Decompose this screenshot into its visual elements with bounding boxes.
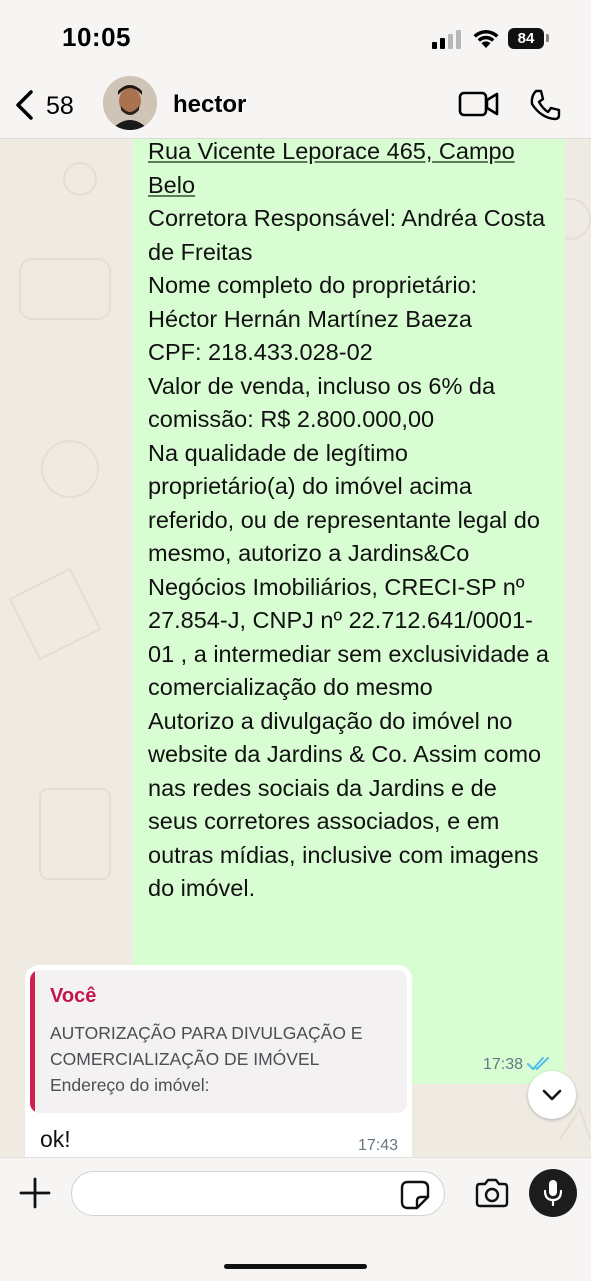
phone-call-icon[interactable] [528, 88, 562, 122]
back-chevron-icon[interactable] [10, 88, 40, 122]
scroll-to-bottom-button[interactable] [528, 1071, 576, 1119]
battery-indicator: 84 [508, 28, 544, 49]
quote-text: AUTORIZAÇÃO PARA DIVULGAÇÃO E COMERCIALI… [50, 1023, 363, 1095]
incoming-message-text: ok! [40, 1126, 71, 1152]
wifi-icon [473, 30, 499, 48]
message-input[interactable] [71, 1171, 445, 1216]
message-body: Corretora Responsável: Andréa Costa de F… [148, 205, 550, 901]
status-bar: 10:05 84 [0, 0, 591, 74]
video-call-icon[interactable] [458, 89, 500, 119]
incoming-message-time: 17:43 [357, 1137, 398, 1154]
chat-header: 58 hector [0, 74, 591, 139]
unread-count[interactable]: 58 [46, 92, 74, 121]
plus-icon[interactable] [18, 1176, 52, 1210]
quoted-message[interactable]: Você AUTORIZAÇÃO PARA DIVULGAÇÃO E COMER… [30, 970, 407, 1113]
outgoing-message-time: 17:38 [482, 1056, 523, 1073]
sticker-icon[interactable] [400, 1180, 430, 1210]
home-indicator [224, 1264, 367, 1269]
microphone-icon [543, 1180, 563, 1207]
read-receipt-icon [527, 1057, 549, 1071]
voice-message-button[interactable] [529, 1169, 577, 1217]
outgoing-message-text: Rua Vicente Leporace 465, Campo Belo Cor… [148, 139, 551, 906]
quote-author: Você [50, 985, 97, 1007]
status-time: 10:05 [62, 22, 131, 52]
chat-area[interactable]: Rua Vicente Leporace 465, Campo Belo Cor… [0, 139, 591, 1157]
battery-tip [546, 34, 549, 42]
incoming-message-bubble[interactable]: Você AUTORIZAÇÃO PARA DIVULGAÇÃO E COMER… [25, 965, 412, 1157]
avatar[interactable] [103, 76, 157, 130]
cellular-signal-icon [432, 30, 461, 49]
message-composer [0, 1157, 591, 1281]
quote-accent-bar [30, 970, 35, 1113]
chevron-down-icon [542, 1089, 562, 1101]
outgoing-message-bubble[interactable]: Rua Vicente Leporace 465, Campo Belo Cor… [132, 139, 565, 1084]
address-link[interactable]: Rua Vicente Leporace 465, Campo Belo [148, 139, 515, 198]
contact-name[interactable]: hector [173, 91, 246, 119]
camera-icon[interactable] [474, 1178, 510, 1208]
